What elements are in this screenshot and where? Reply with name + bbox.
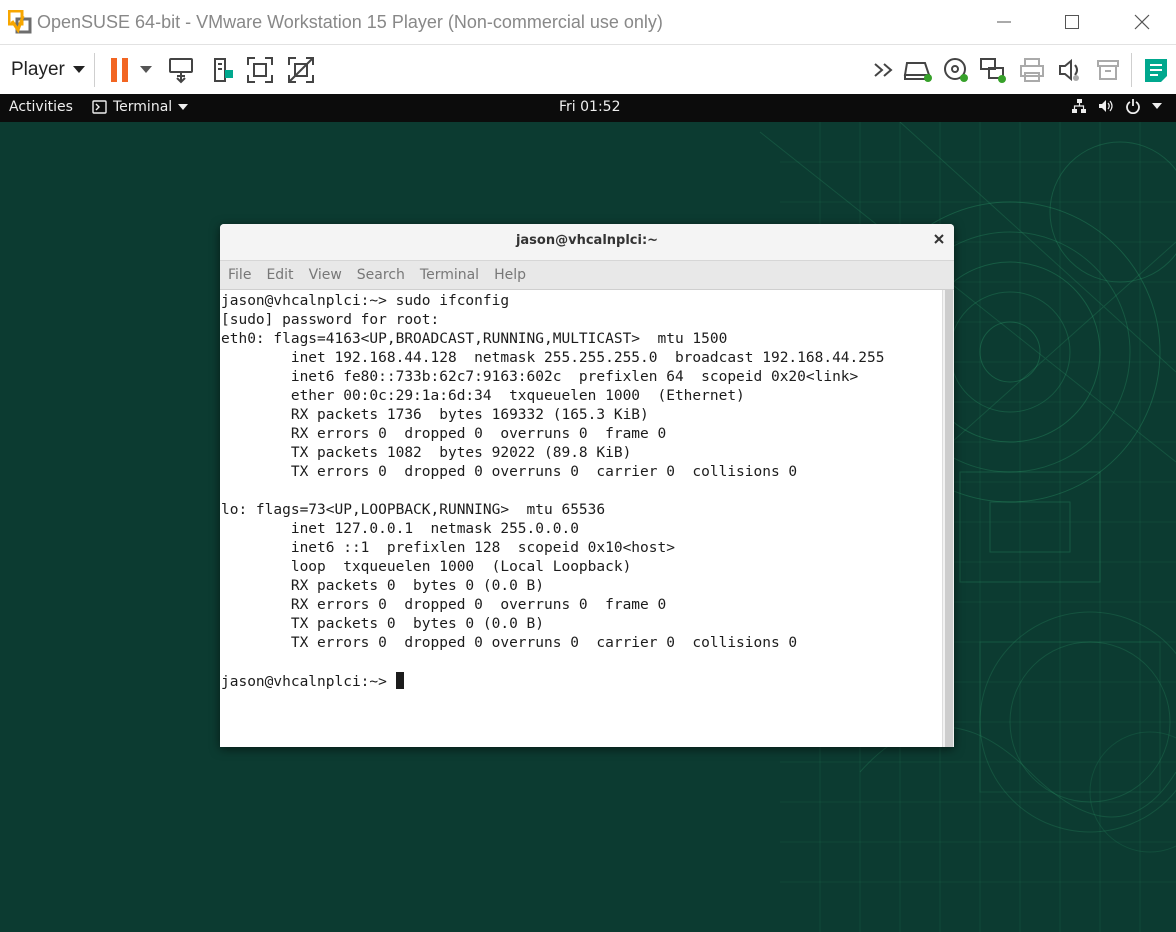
network-icon <box>1072 99 1086 113</box>
full-screen-button[interactable] <box>244 54 276 86</box>
terminal-line: TX errors 0 dropped 0 overruns 0 carrier… <box>221 464 798 480</box>
pause-icon <box>111 58 128 82</box>
app-menu-label: Terminal <box>113 99 173 115</box>
maximize-button[interactable] <box>1042 0 1102 44</box>
window-title-bar: OpenSUSE 64-bit - VMware Workstation 15 … <box>0 0 1176 44</box>
hard-disk-icon <box>903 62 932 82</box>
removable-devices-icon <box>214 58 233 82</box>
clock[interactable]: Fri 01:52 <box>559 99 620 115</box>
message-log-icon <box>1145 59 1167 82</box>
terminal-scrollbar[interactable] <box>942 290 954 747</box>
terminal-header-bar[interactable]: jason@vhcalnplci:~ <box>220 224 954 261</box>
vmware-logo-icon <box>8 10 32 34</box>
terminal-title: jason@vhcalnplci:~ <box>515 233 659 248</box>
terminal-line: RX packets 1736 bytes 169332 (165.3 KiB) <box>221 407 649 423</box>
player-toolbar: Player <box>0 44 1176 94</box>
terminal-prompt: jason@vhcalnplci:~> <box>221 674 396 690</box>
sound-card-icon <box>1059 58 1079 82</box>
menu-edit[interactable]: Edit <box>266 267 293 283</box>
gnome-top-bar: Activities Terminal Fri 01:52 <box>0 94 1176 122</box>
pause-dropdown-button[interactable] <box>134 54 158 86</box>
menu-terminal[interactable]: Terminal <box>420 267 479 283</box>
terminal-line: RX packets 0 bytes 0 (0.0 B) <box>221 578 545 594</box>
minimize-button[interactable] <box>974 0 1034 44</box>
terminal-line: inet6 ::1 prefixlen 128 scopeid 0x10<hos… <box>221 540 675 556</box>
app-menu-button[interactable]: Terminal <box>92 99 189 115</box>
more-devices-button[interactable] <box>868 54 900 86</box>
usb-device-icon <box>1097 60 1119 80</box>
toolbar-separator <box>94 53 95 87</box>
removable-devices-button[interactable] <box>207 54 239 86</box>
usb-device[interactable] <box>1092 54 1124 86</box>
system-menu[interactable] <box>1071 98 1162 114</box>
cd-dvd-device[interactable] <box>940 54 972 86</box>
network-adapter-device[interactable] <box>977 54 1009 86</box>
printer-device[interactable] <box>1016 54 1048 86</box>
minimize-icon <box>997 21 1011 23</box>
pause-button[interactable] <box>104 54 136 86</box>
cd-dvd-icon <box>944 58 968 82</box>
terminal-line: [sudo] password for root: <box>221 312 440 328</box>
volume-icon <box>1099 100 1113 112</box>
window-title: OpenSUSE 64-bit - VMware Workstation 15 … <box>37 12 663 32</box>
printer-icon <box>1020 58 1044 82</box>
terminal-line: RX errors 0 dropped 0 overruns 0 frame 0 <box>221 426 667 442</box>
terminal-line: TX packets 0 bytes 0 (0.0 B) <box>221 616 545 632</box>
terminal-close-button[interactable] <box>934 232 944 248</box>
terminal-line: loop txqueuelen 1000 (Local Loopback) <box>221 559 632 575</box>
send-ctrl-alt-del-icon <box>169 58 193 84</box>
terminal-icon <box>92 100 107 114</box>
close-icon <box>1134 14 1150 30</box>
dropdown-arrow-icon <box>72 66 85 73</box>
terminal-line: TX errors 0 dropped 0 overruns 0 carrier… <box>221 635 798 651</box>
sound-card-device[interactable] <box>1054 54 1086 86</box>
network-adapter-icon <box>980 58 1006 83</box>
text-cursor <box>395 672 404 689</box>
power-icon <box>1126 99 1140 114</box>
terminal-line: inet 192.168.44.128 netmask 255.255.255.… <box>221 350 885 366</box>
close-icon <box>934 234 944 244</box>
chevron-down-icon <box>140 66 152 73</box>
terminal-line: jason@vhcalnplci:~> sudo ifconfig <box>221 293 510 309</box>
chevron-down-icon <box>1152 103 1162 109</box>
unity-button[interactable] <box>285 54 317 86</box>
message-log-button[interactable] <box>1140 54 1172 86</box>
terminal-line: inet6 fe80::733b:62c7:9163:602c prefixle… <box>221 369 859 385</box>
full-screen-icon <box>247 57 273 83</box>
terminal-menubar: File Edit View Search Terminal Help <box>220 261 954 290</box>
terminal-line: lo: flags=73<UP,LOOPBACK,RUNNING> mtu 65… <box>221 502 606 518</box>
terminal-output[interactable]: jason@vhcalnplci:~> sudo ifconfig [sudo]… <box>220 290 942 747</box>
terminal-window: jason@vhcalnplci:~ File Edit View Search… <box>220 224 954 747</box>
menu-help[interactable]: Help <box>494 267 526 283</box>
terminal-line: eth0: flags=4163<UP,BROADCAST,RUNNING,MU… <box>221 331 728 347</box>
terminal-text: jason@vhcalnplci:~> sudo ifconfig [sudo]… <box>220 290 942 692</box>
menu-file[interactable]: File <box>228 267 251 283</box>
hard-disk-device[interactable] <box>902 54 934 86</box>
toolbar-separator <box>1131 53 1132 87</box>
scrollbar-thumb[interactable] <box>945 290 953 747</box>
player-menu-label: Player <box>11 59 65 80</box>
terminal-line: ether 00:0c:29:1a:6d:34 txqueuelen 1000 … <box>221 388 745 404</box>
player-menu-button[interactable]: Player <box>11 59 85 81</box>
menu-view[interactable]: View <box>309 267 342 283</box>
maximize-icon <box>1065 15 1079 29</box>
terminal-line: TX packets 1082 bytes 92022 (89.8 KiB) <box>221 445 632 461</box>
unity-mode-icon <box>288 57 314 83</box>
chevron-down-icon <box>178 104 189 110</box>
menu-search[interactable]: Search <box>357 267 405 283</box>
more-devices-icon <box>874 63 893 77</box>
terminal-line: RX errors 0 dropped 0 overruns 0 frame 0 <box>221 597 667 613</box>
close-button[interactable] <box>1112 0 1172 44</box>
send-ctrl-alt-del-button[interactable] <box>165 54 197 86</box>
activities-button[interactable]: Activities <box>9 99 73 115</box>
terminal-line: inet 127.0.0.1 netmask 255.0.0.0 <box>221 521 579 537</box>
